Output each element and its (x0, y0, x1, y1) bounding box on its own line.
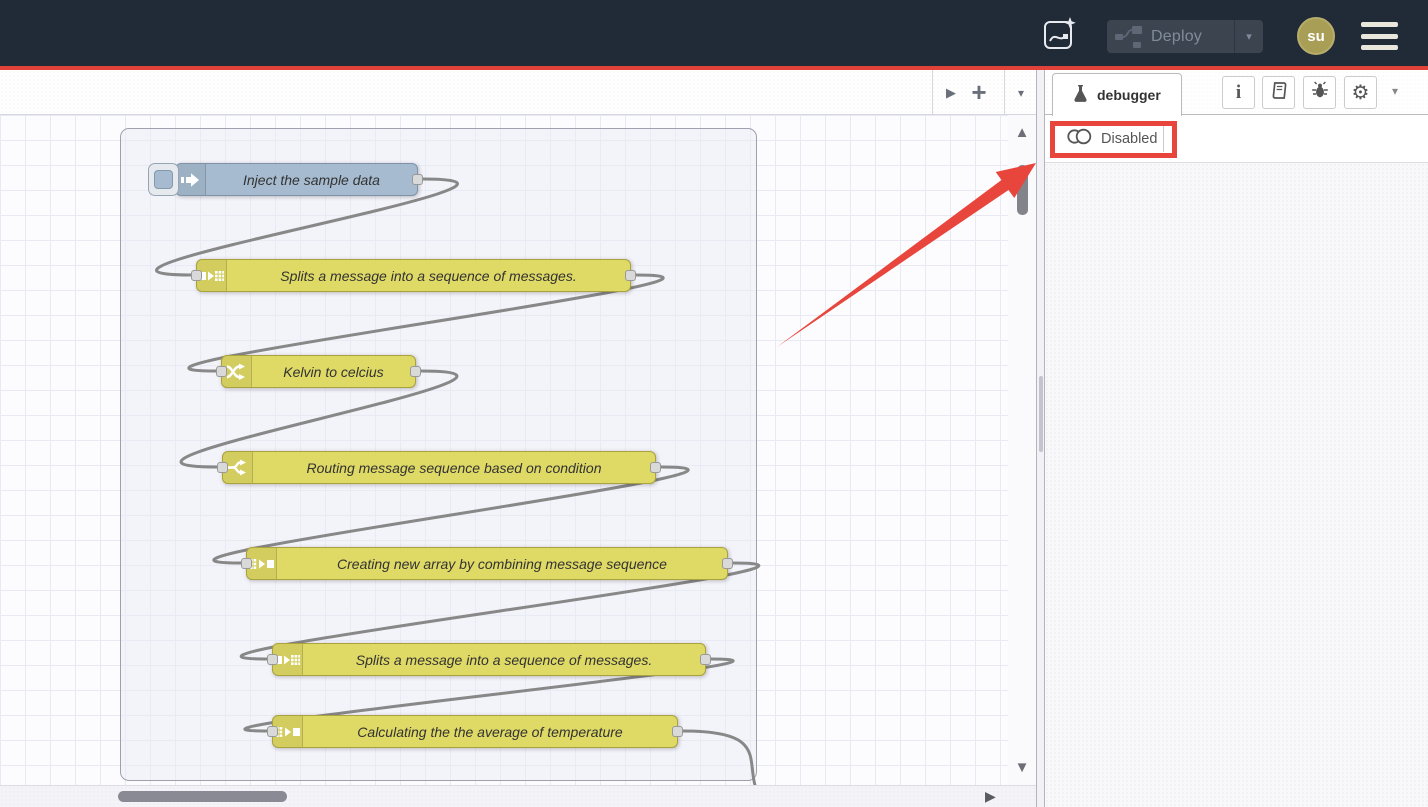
wires-svg (0, 115, 1036, 785)
scroll-up-icon[interactable]: ▲ (1008, 126, 1036, 140)
flow-node-join-1[interactable]: Creating new array by combining message … (246, 547, 728, 580)
help-book-button[interactable] (1262, 76, 1295, 109)
inject-icon (176, 164, 206, 195)
node-port-out[interactable] (722, 558, 733, 569)
flow-canvas[interactable]: ▲ ▼ Inject the sample data Splits a messa… (0, 115, 1036, 785)
info-icon: i (1236, 82, 1241, 104)
node-port-out[interactable] (672, 726, 683, 737)
book-icon (1269, 81, 1288, 105)
tabbar-separator (932, 70, 933, 115)
flow-node-split-1[interactable]: Splits a message into a sequence of mess… (196, 259, 631, 292)
hamburger-bar (1361, 45, 1398, 50)
add-flow-icon[interactable]: + (964, 70, 994, 115)
vertical-scrollbar: ▲ ▼ (1008, 115, 1036, 785)
sidebar: debugger i (1045, 70, 1428, 807)
node-port-in[interactable] (217, 462, 228, 473)
node-label: Creating new array by combining message … (277, 548, 727, 579)
toggle-off-icon (1066, 128, 1093, 150)
node-port-out[interactable] (625, 270, 636, 281)
node-label: Routing message sequence based on condit… (253, 452, 655, 483)
node-port-out[interactable] (412, 174, 423, 185)
toolbar-separator (1163, 126, 1164, 152)
workspace-tabbar: ▶ + ▾ (0, 70, 1036, 115)
node-port-in[interactable] (191, 270, 202, 281)
node-label: Calculating the the average of temperatu… (303, 716, 677, 747)
node-red-window: Deploy ▾ su ▶ + ▾ ▲ ▼ Inject the sample … (0, 0, 1428, 807)
deploy-caret-icon[interactable]: ▾ (1235, 30, 1263, 43)
sidebar-resize-sash[interactable] (1036, 70, 1045, 807)
tab-scroll-right-icon[interactable]: ▶ (936, 70, 966, 115)
settings-button[interactable]: ⚙ (1344, 76, 1377, 109)
wire[interactable] (683, 731, 778, 785)
disabled-toggle-button[interactable]: Disabled (1066, 126, 1157, 152)
sash-grip[interactable] (1039, 376, 1043, 452)
node-label: Splits a message into a sequence of mess… (303, 644, 705, 675)
hamburger-bar (1361, 34, 1398, 39)
main-menu-icon[interactable] (1361, 22, 1398, 50)
debugger-toolbar: Disabled (1045, 115, 1428, 163)
sidebar-tabrow: debugger i (1045, 70, 1428, 115)
horizontal-scroll-thumb[interactable] (118, 791, 287, 802)
node-label: Splits a message into a sequence of mess… (227, 260, 630, 291)
flow-node-split-2[interactable]: Splits a message into a sequence of mess… (272, 643, 706, 676)
inject-trigger-button[interactable] (148, 163, 179, 196)
flow-list-caret-icon[interactable]: ▾ (1006, 70, 1036, 115)
deploy-nodes-icon (1107, 24, 1151, 50)
hamburger-bar (1361, 22, 1398, 27)
debug-button[interactable] (1303, 76, 1336, 109)
tab-debugger[interactable]: debugger (1052, 73, 1182, 116)
scroll-right-icon[interactable]: ▶ (985, 788, 996, 805)
flow-node-join-2[interactable]: Calculating the the average of temperatu… (272, 715, 678, 748)
flow-node-change-1[interactable]: Kelvin to celcius (221, 355, 416, 388)
node-port-out[interactable] (700, 654, 711, 665)
sidebar-caret-icon[interactable]: ▾ (1392, 84, 1398, 98)
header-bar: Deploy ▾ su (0, 0, 1428, 66)
tabbar-separator (1004, 70, 1005, 115)
flow-node-inject[interactable]: Inject the sample data (175, 163, 418, 196)
node-port-out[interactable] (410, 366, 421, 377)
disabled-label: Disabled (1101, 131, 1157, 147)
flask-icon (1073, 84, 1088, 107)
node-port-in[interactable] (216, 366, 227, 377)
info-button[interactable]: i (1222, 76, 1255, 109)
scroll-down-icon[interactable]: ▼ (1008, 761, 1036, 775)
ai-flow-assistant-icon[interactable] (1041, 14, 1079, 52)
bug-icon (1311, 81, 1329, 104)
node-label: Inject the sample data (206, 164, 417, 195)
user-avatar[interactable]: su (1297, 17, 1335, 55)
horizontal-scrollbar: ▶ (0, 785, 1036, 807)
node-port-in[interactable] (267, 726, 278, 737)
sidebar-tab-label: debugger (1097, 87, 1161, 103)
vertical-scroll-thumb[interactable] (1017, 165, 1028, 215)
node-label: Kelvin to celcius (252, 356, 415, 387)
deploy-button[interactable]: Deploy ▾ (1107, 20, 1263, 53)
flow-node-switch-1[interactable]: Routing message sequence based on condit… (222, 451, 656, 484)
gear-icon: ⚙ (1352, 83, 1370, 103)
node-port-out[interactable] (650, 462, 661, 473)
node-port-in[interactable] (241, 558, 252, 569)
debugger-content (1045, 163, 1428, 807)
inject-button-face (154, 170, 173, 189)
node-port-in[interactable] (267, 654, 278, 665)
deploy-label: Deploy (1151, 28, 1234, 46)
